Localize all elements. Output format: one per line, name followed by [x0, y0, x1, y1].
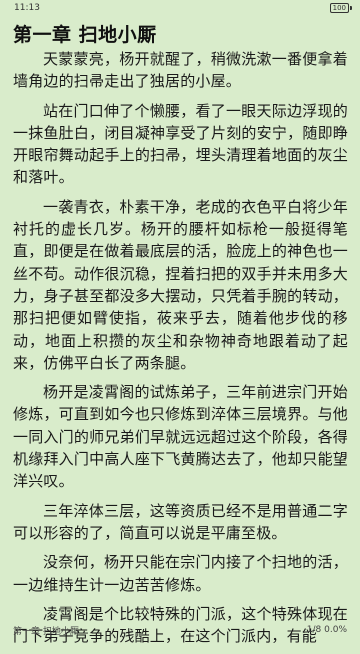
- battery-tip: [350, 6, 352, 10]
- paragraph: 没奈何，杨开只能在宗门内接了个扫地的活，一边维持生计一边苦苦修炼。: [13, 553, 348, 594]
- chapter-title: 第一章 扫地小厮: [13, 24, 157, 46]
- battery-level: 100: [329, 3, 349, 13]
- footer-progress: 1/8 0.0%: [306, 625, 347, 635]
- battery-icon: 100: [329, 3, 352, 13]
- reader-footer: 第一章 扫地小厮 1/8 0.0%: [0, 620, 360, 640]
- paragraph: 一袭青衣，朴素干净，老成的衣色平白将少年衬托的虚长几岁。杨开的腰杆如标枪一般挺得…: [13, 197, 348, 372]
- paragraph: 天蒙蒙亮，杨开就醒了，稍微洗漱一番便拿着墙角边的扫帚走出了独居的小屋。: [13, 50, 348, 91]
- status-time: 11:13: [14, 3, 40, 13]
- footer-chapter-name: 第一章 扫地小厮: [13, 626, 79, 637]
- paragraph: 三年淬体三层，这等资质已经不是用普通二字可以形容的了，简直可以说是平庸至极。: [13, 501, 348, 542]
- reader-content[interactable]: 天蒙蒙亮，杨开就醒了，稍微洗漱一番便拿着墙角边的扫帚走出了独居的小屋。 站在门口…: [13, 48, 348, 654]
- status-bar: 11:13 100: [0, 0, 360, 16]
- paragraph: 杨开是凌霄阁的试炼弟子，三年前进宗门开始修炼，可直到如今也只修炼到淬体三层境界。…: [13, 383, 348, 491]
- paragraph: 站在门口伸了个懒腰，看了一眼天际边浮现的一抹鱼肚白，闭目凝神享受了片刻的安宁，随…: [13, 101, 348, 187]
